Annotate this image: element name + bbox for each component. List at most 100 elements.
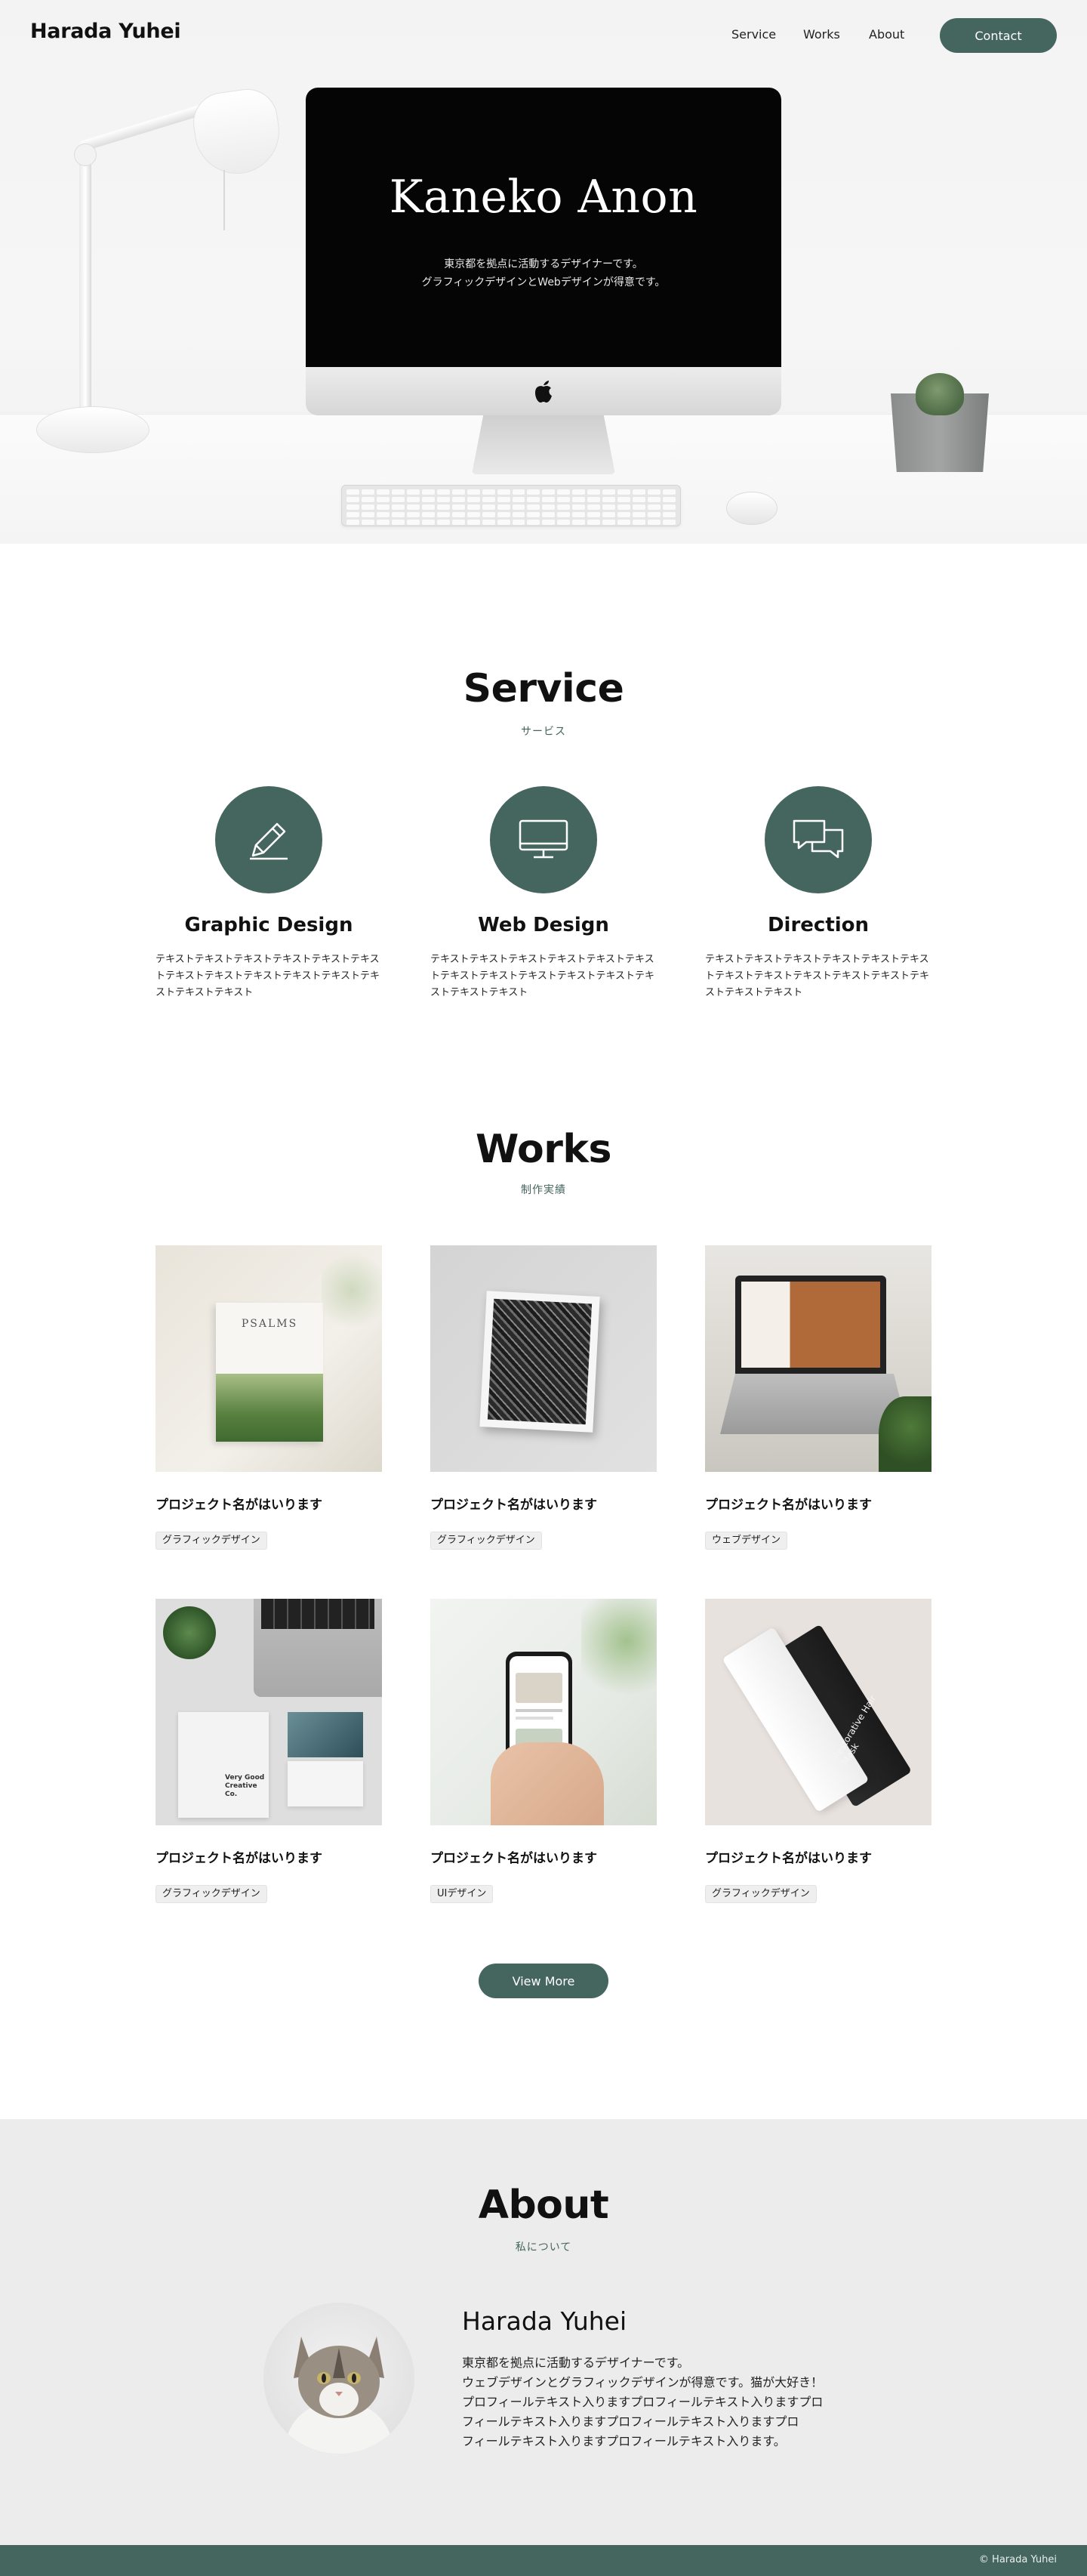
- keyboard-key: [663, 497, 676, 502]
- keyboard-key: [346, 520, 359, 525]
- keyboard-key: [542, 512, 556, 517]
- keyboard-key: [633, 520, 646, 525]
- site-logo[interactable]: Harada Yuhei: [30, 20, 181, 43]
- laptop-website-photo[interactable]: [705, 1245, 931, 1472]
- keyboard-key: [557, 504, 571, 510]
- keyboard-key: [436, 512, 450, 517]
- keyboard-key: [648, 497, 661, 502]
- keyboard-key: [346, 489, 359, 495]
- keyboard-key: [602, 512, 616, 517]
- about-line: ウェブデザインとグラフィックデザインが得意です。猫が大好き！: [462, 2375, 824, 2389]
- keyboard-key: [391, 497, 405, 502]
- keyboard-key: [391, 489, 405, 495]
- copyright-text: © Harada Yuhei: [978, 2554, 1057, 2565]
- keyboard-key: [391, 520, 405, 525]
- keyboard-key: [346, 497, 359, 502]
- keyboard-key: [497, 520, 510, 525]
- keyboard-key: [633, 504, 646, 510]
- service-name: Graphic Design: [184, 914, 353, 936]
- work-title[interactable]: プロジェクト名がはいります: [430, 1847, 657, 1866]
- keyboard-key: [361, 512, 374, 517]
- business-cards-photo[interactable]: Very Good Creative Co.: [156, 1599, 382, 1825]
- keyboard-key: [467, 520, 480, 525]
- keyboard-key: [497, 489, 510, 495]
- service-subtitle: サービス: [521, 726, 566, 738]
- hero-desc-line: 東京都を拠点に活動するデザイナーです。: [444, 258, 643, 270]
- service-title: Service: [463, 666, 624, 711]
- keyboard-key: [406, 520, 420, 525]
- keyboard-key: [663, 489, 676, 495]
- about-name: Harada Yuhei: [462, 2306, 627, 2336]
- keyboard-key: [467, 497, 480, 502]
- keyboard-key: [391, 512, 405, 517]
- keyboard-key: [482, 520, 495, 525]
- work-title[interactable]: プロジェクト名がはいります: [430, 1494, 657, 1513]
- contact-button[interactable]: Contact: [940, 18, 1057, 53]
- hero-name: Kaneko Anon: [389, 171, 698, 224]
- keyboard-key: [617, 520, 631, 525]
- keyboard-key: [587, 497, 601, 502]
- keyboard-key: [557, 520, 571, 525]
- cat-photo: [286, 2337, 392, 2454]
- lamp-wire: [223, 170, 225, 230]
- about-text: 東京都を拠点に活動するデザイナーです。 ウェブデザインとグラフィックデザインが得…: [462, 2353, 839, 2451]
- keyboard-key: [542, 489, 556, 495]
- cosmetic-tubes-photo[interactable]: Restorative Hair Mask: [705, 1599, 931, 1825]
- hero-desc-line: グラフィックデザインとWebデザインが得意です。: [421, 276, 666, 288]
- keyboard-key: [436, 520, 450, 525]
- work-title[interactable]: プロジェクト名がはいります: [156, 1847, 382, 1866]
- keyboard-key: [602, 504, 616, 510]
- keyboard-key: [512, 504, 525, 510]
- keyboard-key: [436, 497, 450, 502]
- service-text: テキストテキストテキストテキストテキストテキストテキストテキストテキストテキスト…: [156, 954, 380, 998]
- keyboard-key: [617, 489, 631, 495]
- keyboard-key: [663, 512, 676, 517]
- keyboard-key: [482, 504, 495, 510]
- keyboard-key: [633, 512, 646, 517]
- work-title[interactable]: プロジェクト名がはいります: [156, 1494, 382, 1513]
- about-line: プロフィールテキスト入りますプロフィールテキスト入りますプロ: [462, 2395, 824, 2409]
- smartphone-app-photo[interactable]: [430, 1599, 657, 1825]
- monitor-image: [306, 88, 781, 415]
- work-tag: ウェブデザイン: [705, 1532, 788, 1550]
- framed-aerial-photo[interactable]: [430, 1245, 657, 1472]
- keyboard-key: [346, 512, 359, 517]
- mouse-image: [726, 492, 778, 525]
- keyboard-key: [527, 520, 540, 525]
- keyboard-key: [451, 504, 465, 510]
- keyboard-key: [633, 489, 646, 495]
- work-tag: グラフィックデザイン: [430, 1532, 542, 1550]
- nav-works[interactable]: Works: [803, 27, 840, 42]
- keyboard-key: [376, 489, 390, 495]
- nav-about[interactable]: About: [869, 27, 904, 42]
- works-subtitle: 制作実績: [521, 1184, 566, 1196]
- hero-section: Kaneko Anon 東京都を拠点に活動するデザイナーです。 グラフィックデザ…: [0, 0, 1087, 544]
- keyboard-key: [572, 520, 586, 525]
- keyboard-key: [421, 504, 435, 510]
- keyboard-key: [572, 512, 586, 517]
- work-title[interactable]: プロジェクト名がはいります: [705, 1494, 931, 1513]
- keyboard-key: [451, 512, 465, 517]
- keyboard-key: [602, 489, 616, 495]
- keyboard-key: [648, 504, 661, 510]
- about-title: About: [478, 2183, 609, 2228]
- service-text: テキストテキストテキストテキストテキストテキストテキストテキストテキストテキスト…: [705, 954, 930, 998]
- view-more-button[interactable]: View More: [479, 1964, 608, 1998]
- monitor-screen: [306, 88, 781, 367]
- work-tag: グラフィックデザイン: [156, 1885, 267, 1903]
- nav-service[interactable]: Service: [731, 27, 776, 42]
- psalms-book-photo[interactable]: PSALMS: [156, 1245, 382, 1472]
- keyboard-key: [361, 520, 374, 525]
- keyboard-key: [361, 489, 374, 495]
- lamp-head: [189, 85, 285, 180]
- lamp-image: [79, 151, 91, 423]
- keyboard-key: [376, 512, 390, 517]
- service-text: テキストテキストテキストテキストテキストテキストテキストテキストテキストテキスト…: [430, 954, 655, 998]
- keyboard-key: [451, 520, 465, 525]
- keyboard-key: [467, 512, 480, 517]
- keyboard-key: [436, 504, 450, 510]
- keyboard-key: [376, 520, 390, 525]
- work-title[interactable]: プロジェクト名がはいります: [705, 1847, 931, 1866]
- keyboard-key: [451, 497, 465, 502]
- keyboard-key: [436, 489, 450, 495]
